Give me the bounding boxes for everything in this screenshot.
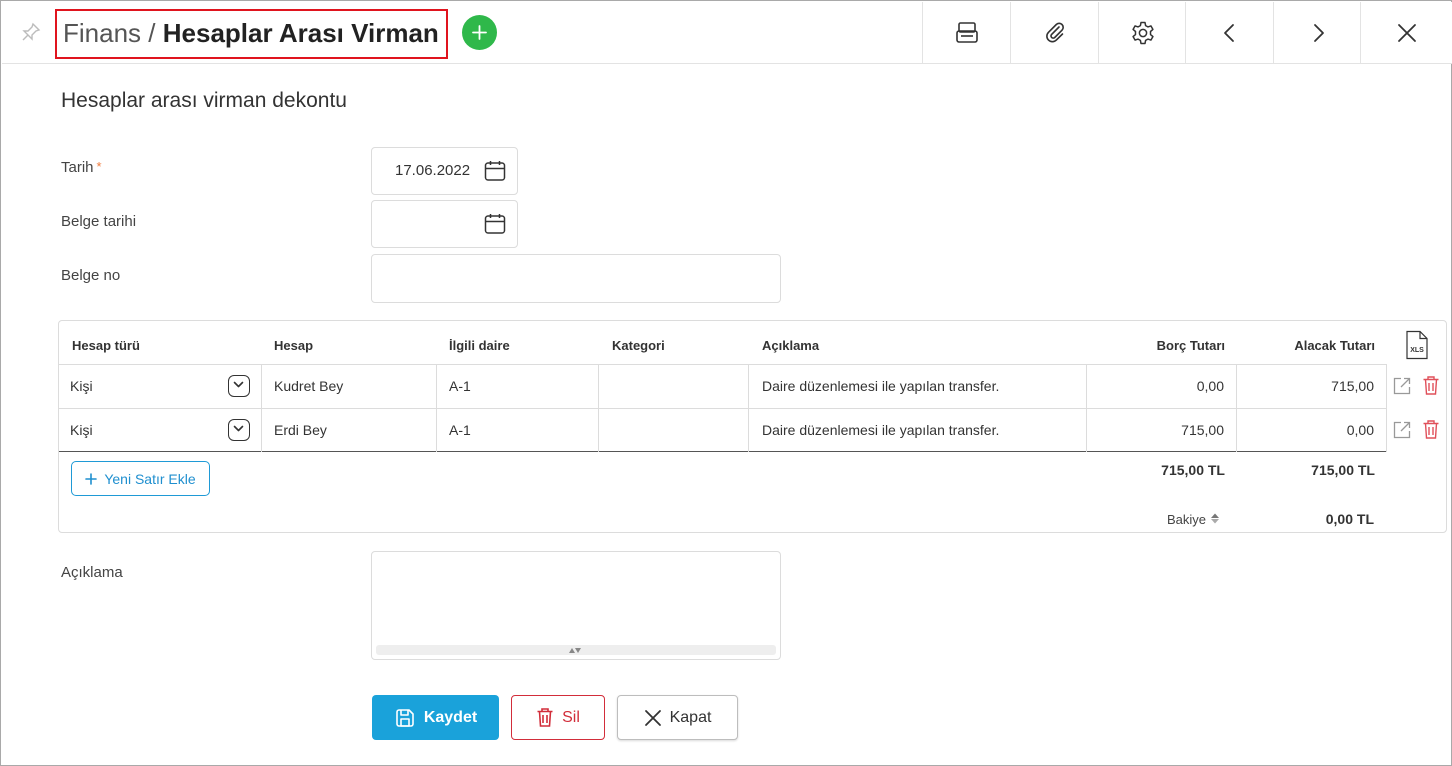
add-row-label: Yeni Satır Ekle: [104, 470, 196, 487]
calendar-icon[interactable]: [483, 212, 507, 236]
attachment-button[interactable]: [1010, 2, 1098, 64]
column-header-hesap-turu: Hesap türü: [72, 338, 140, 353]
column-header-borc: Borç Tutarı: [1156, 338, 1225, 353]
aciklama-cell[interactable]: Daire düzenlemesi ile yapılan transfer.: [749, 365, 1087, 408]
row-actions: [1389, 375, 1449, 399]
textarea-resize-handle[interactable]: [376, 645, 776, 655]
page-title: Finans / Hesaplar Arası Virman: [63, 17, 439, 49]
alacak-cell[interactable]: 715,00: [1237, 365, 1387, 408]
hesap-cell[interactable]: Kudret Bey: [262, 365, 437, 408]
row-actions: [1389, 419, 1449, 443]
xls-export-icon[interactable]: XLS: [1405, 330, 1429, 360]
settings-icon: [1131, 21, 1154, 45]
hesap-turu-cell[interactable]: Kişi: [59, 365, 262, 408]
add-new-button[interactable]: [462, 15, 497, 50]
balance-label-text: Bakiye: [1167, 512, 1207, 527]
pin-icon[interactable]: [20, 21, 42, 43]
belge-no-field[interactable]: [371, 254, 781, 303]
column-header-ilgili-daire: İlgili daire: [449, 338, 510, 353]
belge-tarihi-label: Belge tarihi: [61, 213, 137, 230]
form-heading: Hesaplar arası virman dekontu: [61, 89, 347, 112]
delete-button[interactable]: Sil: [511, 695, 605, 740]
settings-button[interactable]: [1098, 2, 1186, 64]
hesap-turu-value: Kişi: [70, 378, 93, 394]
close-icon: [644, 709, 661, 726]
next-button[interactable]: [1273, 2, 1361, 64]
chevron-down-icon: [233, 381, 244, 388]
save-button[interactable]: Kaydet: [372, 695, 499, 740]
column-header-kategori: Kategori: [612, 338, 665, 353]
borc-cell[interactable]: 0,00: [1087, 365, 1237, 408]
close-icon: [1397, 24, 1416, 42]
ilgili-daire-cell[interactable]: A-1: [437, 409, 599, 452]
attachment-icon: [1045, 22, 1064, 43]
plus-icon: [472, 25, 487, 40]
tarih-value: 17.06.2022: [395, 162, 471, 179]
required-mark: *: [96, 159, 102, 174]
tarih-label: Tarih *: [61, 159, 102, 176]
chevron-down-icon: [233, 425, 244, 432]
breadcrumb-parent[interactable]: Finans: [63, 18, 141, 48]
close-label: Kapat: [669, 708, 712, 726]
kategori-cell[interactable]: [599, 365, 749, 408]
trash-icon[interactable]: [1422, 375, 1440, 396]
delete-label: Sil: [562, 708, 580, 726]
add-row-button[interactable]: Yeni Satır Ekle: [71, 461, 210, 496]
print-icon: [955, 22, 978, 43]
total-borc: 715,00 TL: [1161, 462, 1225, 478]
previous-button[interactable]: [1185, 2, 1273, 64]
title-highlight: Finans / Hesaplar Arası Virman: [55, 9, 448, 59]
transfer-lines-table: Hesap türü Hesap İlgili daire Kategori A…: [58, 320, 1447, 533]
ilgili-daire-cell[interactable]: A-1: [437, 365, 599, 408]
total-alacak: 715,00 TL: [1311, 462, 1375, 478]
table-row: Kişi Erdi Bey A-1 Daire düzenlemesi ile …: [59, 408, 1439, 452]
aciklama-cell[interactable]: Daire düzenlemesi ile yapılan transfer.: [749, 409, 1087, 452]
chevron-left-icon: [1223, 24, 1234, 42]
header-bar: Finans / Hesaplar Arası Virman: [2, 2, 1452, 64]
balance-label: Bakiye: [1167, 512, 1220, 527]
close-window-button[interactable]: [1360, 2, 1452, 64]
table-row: Kişi Kudret Bey A-1 Daire düzenlemesi il…: [59, 364, 1439, 408]
column-header-alacak: Alacak Tutarı: [1294, 338, 1375, 353]
kategori-cell[interactable]: [599, 409, 749, 452]
trash-icon: [537, 708, 553, 727]
belge-no-label: Belge no: [61, 267, 121, 284]
hesap-turu-dropdown[interactable]: [228, 419, 250, 441]
plus-icon: [85, 472, 98, 485]
hesap-cell[interactable]: Erdi Bey: [262, 409, 437, 452]
save-icon: [396, 708, 414, 727]
calendar-icon[interactable]: [483, 159, 507, 183]
alacak-cell[interactable]: 0,00: [1237, 409, 1387, 452]
tarih-date-field[interactable]: 17.06.2022: [371, 147, 518, 195]
tarih-label-text: Tarih: [61, 159, 94, 176]
open-external-icon[interactable]: [1392, 376, 1412, 396]
hesap-turu-dropdown[interactable]: [228, 375, 250, 397]
close-button[interactable]: Kapat: [617, 695, 738, 740]
belge-tarihi-field[interactable]: [371, 200, 518, 248]
borc-cell[interactable]: 715,00: [1087, 409, 1237, 452]
hesap-turu-cell[interactable]: Kişi: [59, 409, 262, 452]
open-external-icon[interactable]: [1392, 420, 1412, 440]
print-button[interactable]: [922, 2, 1010, 64]
chevron-right-icon: [1313, 24, 1324, 42]
resize-arrows-icon: [569, 648, 581, 653]
column-header-aciklama: Açıklama: [762, 338, 820, 353]
hesap-turu-value: Kişi: [70, 422, 93, 438]
trash-icon[interactable]: [1422, 419, 1440, 440]
window-frame: Finans / Hesaplar Arası Virman Hesaplar …: [0, 0, 1452, 766]
sort-icon[interactable]: [1210, 513, 1220, 524]
breadcrumb-current: Hesaplar Arası Virman: [162, 18, 439, 48]
aciklama-label: Açıklama: [61, 564, 123, 581]
aciklama-textarea[interactable]: [371, 551, 781, 660]
save-label: Kaydet: [423, 708, 478, 726]
balance-value: 0,00 TL: [1325, 511, 1374, 527]
column-header-hesap: Hesap: [274, 338, 314, 353]
xls-label: XLS: [1410, 347, 1424, 354]
breadcrumb-separator: /: [148, 18, 156, 48]
